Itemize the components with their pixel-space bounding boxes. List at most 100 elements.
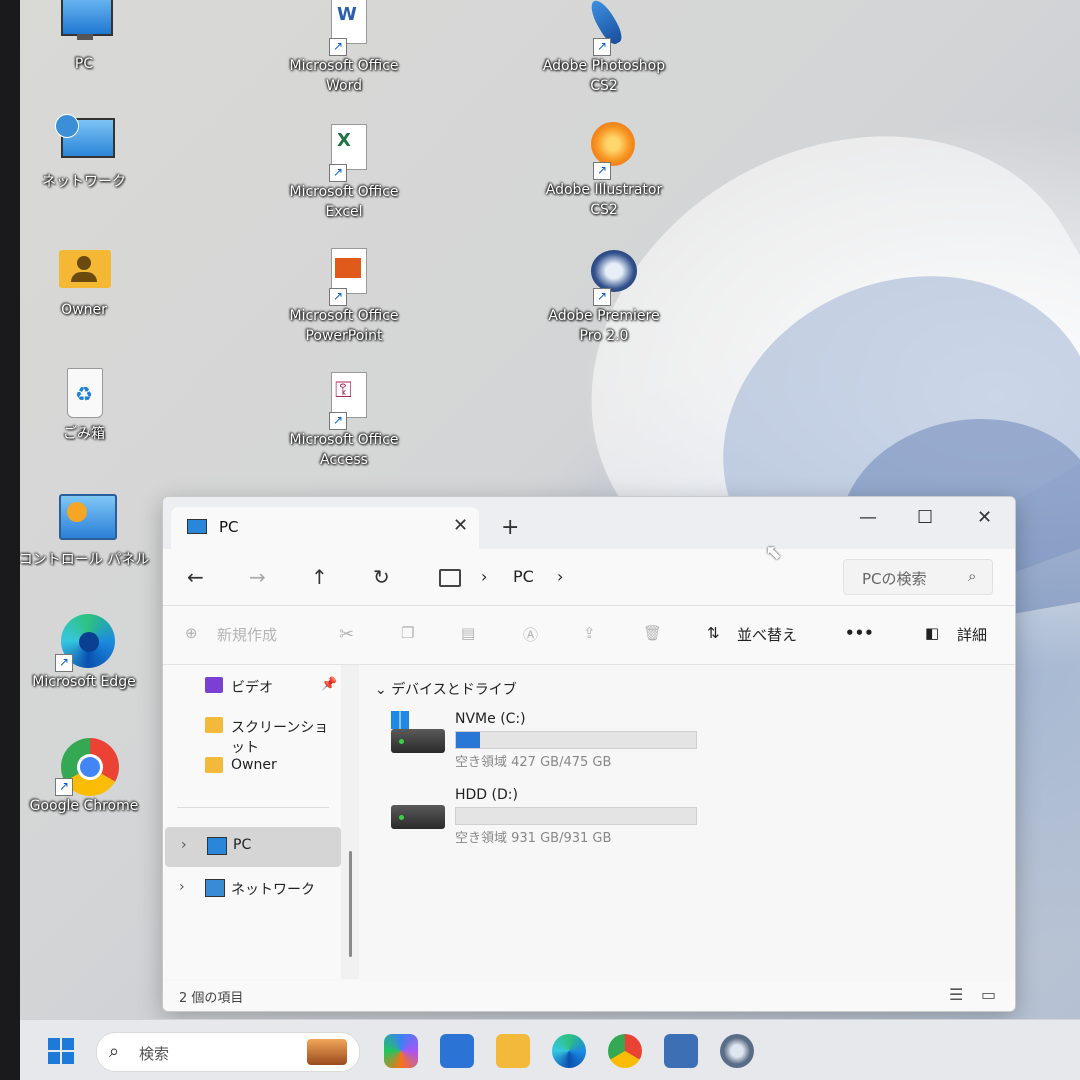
sidebar-item-pc[interactable]: › PC	[165, 827, 341, 867]
desktop-icon-network[interactable]: ネットワーク	[14, 114, 154, 192]
paste-icon[interactable]: ▤	[461, 624, 475, 642]
breadcrumb-separator[interactable]: ›	[481, 567, 487, 586]
sidebar-item-screenshots[interactable]: スクリーンショット	[163, 707, 339, 756]
title-bar[interactable]: PC ✕ + — ☐ ✕	[163, 497, 1015, 549]
settings-gear-icon[interactable]	[720, 1034, 754, 1068]
up-button[interactable]: ↑	[311, 565, 328, 589]
control-panel-icon	[53, 492, 117, 550]
tab-pc[interactable]: PC ✕	[171, 507, 479, 549]
details-button[interactable]: 詳細	[957, 624, 987, 645]
desktop-icon-illustrator[interactable]: ↗ Adobe Illustrator CS2	[534, 122, 674, 220]
rename-icon[interactable]: Ⓐ	[523, 624, 538, 645]
illustrator-flower-icon: ↗	[573, 122, 635, 180]
taskbar: ⌕ 検索	[20, 1019, 1080, 1080]
breadcrumb-separator[interactable]: ›	[557, 567, 563, 586]
desktop-icon-label: Google Chrome	[29, 798, 139, 814]
desktop-icon-owner[interactable]: Owner	[14, 242, 154, 320]
word-icon: W ↗	[313, 0, 375, 56]
desktop-icon-edge[interactable]: ↗ Microsoft Edge	[14, 614, 154, 692]
desktop-icon-label: Microsoft Office Excel	[289, 184, 399, 220]
chevron-right-icon[interactable]: ›	[179, 879, 185, 895]
desktop-icon-control-panel[interactable]: コントロール パネル	[14, 492, 154, 570]
desktop-icon-label: Adobe Illustrator CS2	[545, 182, 663, 218]
close-button[interactable]: ✕	[977, 507, 992, 528]
forward-button[interactable]: →	[249, 565, 266, 589]
search-input[interactable]: PCの検索	[862, 568, 927, 589]
delete-icon[interactable]: 🗑	[643, 624, 662, 642]
new-button[interactable]: 新規作成	[217, 624, 277, 645]
details-view-icon[interactable]: ☰	[949, 985, 963, 1004]
user-folder-icon	[53, 242, 115, 300]
photos-app-icon[interactable]	[664, 1034, 698, 1068]
new-tab-button[interactable]: +	[501, 515, 519, 540]
desktop-icon-label: Owner	[61, 302, 107, 318]
copy-icon[interactable]: ❐	[401, 624, 414, 642]
new-plus-icon: ⊕	[185, 624, 198, 642]
file-explorer-icon[interactable]	[496, 1034, 530, 1068]
desktop-icon-access[interactable]: ⚿ ↗ Microsoft Office Access	[274, 372, 414, 470]
search-box[interactable]: PCの検索 ⌕	[843, 559, 993, 595]
edge-icon[interactable]	[552, 1034, 586, 1068]
taskbar-search-input[interactable]: 検索	[139, 1043, 169, 1064]
desktop-icon-chrome[interactable]: ↗ Google Chrome	[14, 738, 154, 816]
sidebar-item-owner[interactable]: Owner	[163, 747, 339, 787]
shortcut-arrow-icon: ↗	[329, 164, 347, 182]
network-icon	[205, 879, 225, 897]
drive-item-c[interactable]: NVMe (C:) 空き領域 427 GB/475 GB	[391, 711, 711, 777]
desktop-icon-photoshop[interactable]: ↗ Adobe Photoshop CS2	[534, 0, 674, 96]
pc-icon	[207, 837, 227, 855]
store-icon[interactable]	[440, 1034, 474, 1068]
shortcut-arrow-icon: ↗	[329, 288, 347, 306]
desktop-icon-premiere[interactable]: ↗ Adobe Premiere Pro 2.0	[534, 248, 674, 346]
file-explorer-window[interactable]: PC ✕ + — ☐ ✕ ← → ↑ ↻ › PC › PCの検索 ⌕ ⊕ 新規…	[162, 496, 1016, 1012]
desktop-icon-pc[interactable]: PC	[14, 0, 154, 74]
scrollbar-thumb[interactable]	[349, 851, 352, 957]
tab-title: PC	[219, 518, 239, 536]
start-button[interactable]	[44, 1034, 78, 1068]
group-header[interactable]: ⌄ デバイスとドライブ	[375, 679, 517, 699]
tab-close-icon[interactable]: ✕	[453, 515, 468, 536]
navigation-pane: ビデオ 📌 スクリーンショット Owner › PC › ネットワーク	[163, 665, 341, 979]
copilot-icon[interactable]	[384, 1034, 418, 1068]
drive-disk-icon	[391, 729, 445, 753]
cut-icon[interactable]: ✂	[339, 624, 354, 645]
desktop-icon-label: ごみ箱	[63, 426, 105, 442]
sidebar-item-video[interactable]: ビデオ 📌	[163, 667, 339, 707]
desktop-icon-label: Microsoft Office Access	[289, 432, 399, 468]
taskbar-search[interactable]: ⌕ 検索	[96, 1032, 360, 1072]
chrome-icon[interactable]	[608, 1034, 642, 1068]
desktop-icon-label: PC	[74, 56, 94, 72]
refresh-button[interactable]: ↻	[373, 565, 390, 589]
drive-usage-bar	[455, 807, 697, 825]
sidebar-item-network[interactable]: › ネットワーク	[163, 869, 339, 909]
drive-item-d[interactable]: HDD (D:) 空き領域 931 GB/931 GB	[391, 787, 711, 853]
sort-button[interactable]: 並べ替え	[737, 624, 797, 645]
desktop-icon-powerpoint[interactable]: ↗ Microsoft Office PowerPoint	[274, 248, 414, 346]
sidebar-item-label: Owner	[231, 757, 277, 773]
shortcut-arrow-icon: ↗	[329, 412, 347, 430]
chevron-right-icon[interactable]: ›	[181, 837, 187, 853]
powerpoint-icon: ↗	[313, 248, 375, 306]
maximize-button[interactable]: ☐	[917, 507, 933, 528]
sort-icon: ⇅	[707, 624, 720, 642]
excel-icon: X ↗	[313, 124, 375, 182]
desktop-icon-label: ネットワーク	[42, 174, 126, 190]
premiere-icon: ↗	[573, 248, 637, 306]
sidebar-item-label: ネットワーク	[231, 882, 315, 898]
status-bar: 2 個の項目 ☰ ▭	[163, 981, 1015, 1011]
shortcut-arrow-icon: ↗	[593, 38, 611, 56]
drive-disk-icon	[391, 805, 445, 829]
breadcrumb-pc[interactable]: PC	[513, 567, 534, 586]
desktop-icon-word[interactable]: W ↗ Microsoft Office Word	[274, 0, 414, 96]
shortcut-arrow-icon: ↗	[55, 654, 73, 672]
desktop-icon-recycle-bin[interactable]: ♻ ごみ箱	[14, 366, 154, 444]
share-icon[interactable]: ⇪	[583, 624, 596, 642]
tiles-view-icon[interactable]: ▭	[981, 985, 996, 1004]
more-button[interactable]: •••	[845, 624, 874, 642]
sidebar-scrollbar[interactable]	[341, 665, 359, 979]
back-button[interactable]: ←	[187, 565, 204, 589]
desktop-icon-excel[interactable]: X ↗ Microsoft Office Excel	[274, 124, 414, 222]
folder-icon	[205, 757, 223, 773]
file-list: ⌄ デバイスとドライブ NVMe (C:) 空き領域 427 GB/475 GB…	[361, 665, 1015, 979]
minimize-button[interactable]: —	[859, 507, 877, 528]
